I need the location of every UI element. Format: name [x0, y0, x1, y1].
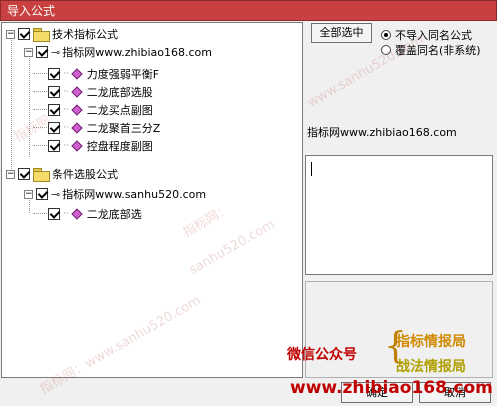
formula-icon: [71, 86, 83, 98]
radio-label: 覆盖同名(非系统): [395, 44, 481, 57]
checkbox[interactable]: [36, 46, 48, 58]
promo-url: www.zhibiao168.com: [290, 378, 493, 398]
tree-line: [33, 73, 47, 74]
window-title: 导入公式: [0, 0, 497, 21]
collapse-icon[interactable]: −: [6, 29, 15, 39]
tree-line: [33, 213, 47, 214]
tree-line: [33, 127, 47, 128]
tree-dots: ··: [63, 123, 69, 133]
formula-tree[interactable]: − 技术指标公式 − ⊸ 指标网www.zhibiao168.com ·· 力度…: [1, 22, 303, 378]
tree-dots: ··: [63, 141, 69, 151]
tree-group-indicators[interactable]: − 技术指标公式: [6, 25, 118, 43]
description-textarea[interactable]: [305, 155, 493, 275]
radio-label: 不导入同名公式: [395, 29, 472, 42]
promo-line-1: 指标情报局: [396, 334, 466, 350]
tree-item[interactable]: ·· 二龙买点副图: [48, 101, 153, 119]
radio-icon[interactable]: [381, 45, 391, 55]
tree-item[interactable]: ·· 二龙底部选股: [48, 83, 153, 101]
tree-line: [33, 109, 47, 110]
radio-skip-duplicates[interactable]: 不导入同名公式: [381, 27, 472, 43]
tree-item[interactable]: ·· 二龙聚首三分Z: [48, 119, 160, 137]
promo-wechat-label: 微信公众号: [287, 347, 357, 363]
tree-line: [11, 35, 12, 175]
tree-line: [29, 53, 30, 157]
folder-icon: [33, 28, 50, 42]
tree-item[interactable]: ·· 力度强弱平衡F: [48, 65, 159, 83]
collapse-icon[interactable]: −: [24, 189, 33, 199]
key-icon: ⊸: [51, 187, 60, 201]
group-label: 条件选股公式: [52, 168, 118, 181]
promo-line-2: 战法情报局: [396, 359, 466, 375]
tree-line: [33, 145, 47, 146]
checkbox[interactable]: [36, 188, 48, 200]
formula-icon: [71, 140, 83, 152]
key-icon: ⊸: [51, 45, 60, 59]
formula-icon: [71, 208, 83, 220]
tree-dots: ··: [63, 209, 69, 219]
item-label: 二龙底部选: [86, 208, 142, 221]
tree-dots: ··: [63, 105, 69, 115]
item-label: 控盘程度副图: [86, 140, 153, 153]
formula-source-text: 指标网www.zhibiao168.com: [307, 126, 457, 139]
tree-dots: ··: [63, 69, 69, 79]
folder-icon: [33, 168, 50, 182]
tree-dots: ··: [63, 87, 69, 97]
checkbox[interactable]: [48, 208, 60, 220]
select-all-button[interactable]: 全部选中: [311, 23, 372, 43]
tree-group-screening[interactable]: − 条件选股公式: [6, 165, 118, 183]
tree-item[interactable]: ·· 控盘程度副图: [48, 137, 153, 155]
radio-selected-icon[interactable]: [381, 30, 391, 40]
tree-source-zhibiao[interactable]: − ⊸ 指标网www.zhibiao168.com: [24, 43, 212, 61]
checkbox[interactable]: [18, 28, 30, 40]
source-label: 指标网www.zhibiao168.com: [62, 46, 212, 59]
item-label: 二龙聚首三分Z: [86, 122, 161, 135]
checkbox[interactable]: [48, 140, 60, 152]
formula-icon: [71, 104, 83, 116]
collapse-icon[interactable]: −: [24, 47, 33, 57]
radio-overwrite[interactable]: 覆盖同名(非系统): [381, 42, 481, 58]
formula-icon: [71, 122, 83, 134]
item-label: 力度强弱平衡F: [86, 68, 160, 81]
checkbox[interactable]: [48, 86, 60, 98]
item-label: 二龙底部选股: [86, 86, 153, 99]
checkbox[interactable]: [48, 68, 60, 80]
collapse-icon[interactable]: −: [6, 169, 15, 179]
item-label: 二龙买点副图: [86, 104, 153, 117]
tree-line: [33, 91, 47, 92]
group-label: 技术指标公式: [52, 28, 118, 41]
checkbox[interactable]: [18, 168, 30, 180]
checkbox[interactable]: [48, 122, 60, 134]
text-cursor: [311, 162, 312, 176]
tree-source-sanhu[interactable]: − ⊸ 指标网www.sanhu520.com: [24, 185, 206, 203]
checkbox[interactable]: [48, 104, 60, 116]
formula-icon: [71, 68, 83, 80]
source-label: 指标网www.sanhu520.com: [62, 188, 207, 201]
tree-item[interactable]: ·· 二龙底部选: [48, 205, 142, 223]
